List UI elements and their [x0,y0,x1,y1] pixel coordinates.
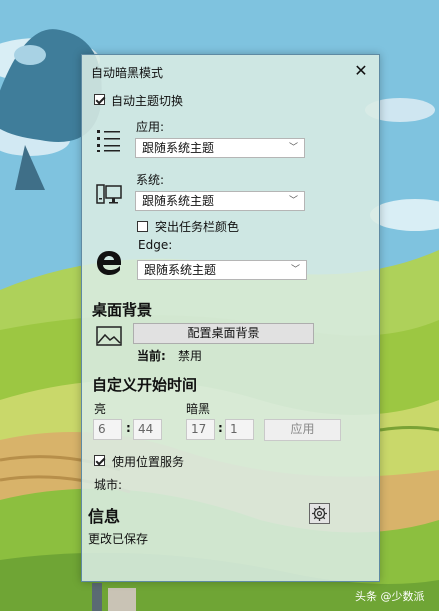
edge-label: Edge: [138,238,173,252]
dark-label: 暗黑 [186,402,211,416]
taskbar-color-label: 突出任务栏颜色 [155,220,240,234]
apps-label: 应用: [136,120,165,134]
dark-minute-input[interactable]: 1 [225,419,254,440]
edge-theme-select[interactable]: 跟随系统主题 ﹀ [137,260,307,280]
apply-button[interactable]: 应用 [264,419,341,441]
apps-theme-select[interactable]: 跟随系统主题 ﹀ [135,138,305,158]
chevron-down-icon: ﹀ [290,265,300,275]
settings-icon [312,506,327,521]
light-time-colon: : [126,421,131,435]
use-location-checkbox[interactable] [94,455,105,466]
status-text: 更改已保存 [88,532,149,546]
auto-theme-label: 自动主题切换 [111,94,184,108]
watermark: 头条 @少数派 [355,590,425,603]
auto-theme-checkbox[interactable] [94,94,105,105]
taskbar-color-checkbox[interactable] [137,221,148,232]
chevron-down-icon: ﹀ [288,196,298,206]
system-label: 系统: [136,173,165,187]
chevron-down-icon: ﹀ [288,143,298,153]
light-label: 亮 [94,402,107,416]
light-hour-input[interactable]: 6 [93,419,122,440]
current-value: 禁用 [178,349,203,363]
system-theme-value: 跟随系统主题 [142,194,215,208]
edge-theme-value: 跟随系统主题 [144,263,217,277]
settings-button[interactable] [309,503,330,524]
configure-desktop-background-button[interactable]: 配置桌面背景 [133,323,314,344]
system-theme-select[interactable]: 跟随系统主题 ﹀ [135,191,305,211]
info-heading: 信息 [88,507,121,526]
current-label: 当前: [137,349,166,363]
city-label: 城市: [94,478,123,492]
edge-icon [97,251,121,275]
monitor-icon [96,184,122,204]
picture-icon [96,326,122,346]
close-icon[interactable]: ✕ [351,61,371,81]
window-title: 自动暗黑模式 [91,66,164,80]
dark-time-colon: : [218,421,223,435]
custom-time-heading: 自定义开始时间 [92,376,198,394]
title-bar[interactable]: 自动暗黑模式 ✕ [82,55,379,87]
dark-hour-input[interactable]: 17 [186,419,215,440]
auto-dark-mode-window: 自动暗黑模式 ✕ 自动主题切换 应用: 跟随系统主题 ﹀ 系统: 跟随系统主题 … [81,54,380,582]
apps-theme-value: 跟随系统主题 [142,141,215,155]
desktop-background-heading: 桌面背景 [92,301,153,319]
list-icon [97,130,120,152]
use-location-label: 使用位置服务 [112,455,185,469]
light-minute-input[interactable]: 44 [133,419,162,440]
